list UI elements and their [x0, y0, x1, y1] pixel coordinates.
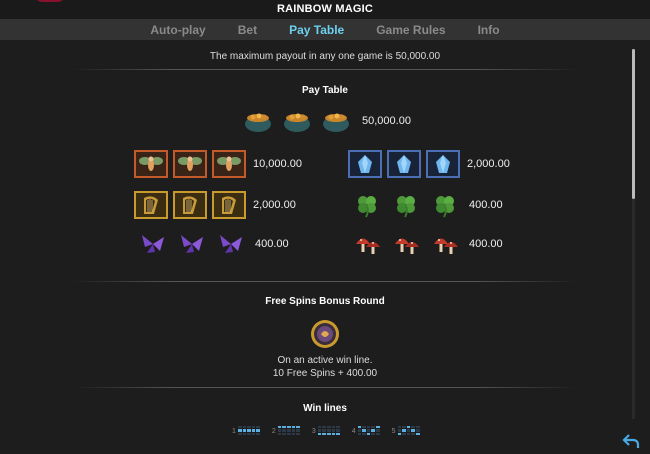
tab-auto-play[interactable]: Auto-play — [150, 23, 205, 37]
payout-value: 400.00 — [255, 238, 289, 250]
blue-crystal-icon — [387, 150, 421, 178]
tab-bet[interactable]: Bet — [238, 23, 257, 37]
app-title: RAINBOW MAGIC — [276, 3, 374, 15]
win-line-number: 2 — [271, 428, 276, 435]
title-bar: RAINBOW MAGIC — [0, 0, 650, 19]
fairy-icon — [212, 150, 246, 178]
butterfly-icon — [175, 230, 209, 258]
harp-icon — [212, 191, 246, 219]
win-line-item: 4 — [352, 426, 380, 435]
win-lines-title: Win lines — [303, 403, 347, 414]
mushroom-icon — [350, 230, 384, 258]
butterfly-icon — [214, 230, 248, 258]
paytable-content: The maximum payout in any one game is 50… — [0, 40, 650, 452]
win-lines-list: 1 2 3 4 5 — [232, 426, 432, 435]
win-line-diagram — [237, 426, 260, 435]
free-spins-line1: On an active win line. — [277, 355, 373, 366]
clover-icon — [350, 191, 384, 219]
clover-icon — [428, 191, 462, 219]
win-line-item: 3 — [312, 426, 340, 435]
win-line-diagram — [357, 426, 380, 435]
bonus-coin-icon — [309, 319, 341, 349]
payout-value: 400.00 — [469, 238, 503, 250]
tab-pay-table[interactable]: Pay Table — [289, 23, 344, 37]
pot-of-gold-icon — [241, 107, 275, 135]
butterfly-icon — [136, 230, 170, 258]
win-line-number: 3 — [311, 428, 316, 435]
win-line-item: 2 — [272, 426, 300, 435]
clover-icon — [389, 191, 423, 219]
win-line-item: 1 — [232, 426, 260, 435]
payout-value: 10,000.00 — [253, 158, 302, 170]
paytable-row-clover: 400.00 — [350, 191, 503, 219]
win-line-diagram — [277, 426, 300, 435]
payout-value: 2,000.00 — [467, 158, 510, 170]
payout-value: 50,000.00 — [362, 115, 411, 127]
divider — [72, 387, 578, 388]
free-spins-line2: 10 Free Spins + 400.00 — [272, 368, 378, 379]
win-line-diagram — [397, 426, 420, 435]
mushroom-icon — [428, 230, 462, 258]
back-arrow-icon[interactable] — [622, 433, 640, 449]
divider — [72, 69, 578, 70]
win-line-number: 5 — [391, 428, 396, 435]
paytable-row-butterfly: 400.00 — [136, 230, 289, 258]
pot-of-gold-icon — [319, 107, 353, 135]
harp-icon — [173, 191, 207, 219]
fairy-icon — [173, 150, 207, 178]
blue-crystal-icon — [348, 150, 382, 178]
win-line-diagram — [317, 426, 340, 435]
tab-info[interactable]: Info — [478, 23, 500, 37]
max-payout-text: The maximum payout in any one game is 50… — [209, 51, 441, 62]
paytable-row-pot: 50,000.00 — [241, 107, 411, 135]
payout-value: 400.00 — [469, 199, 503, 211]
payout-value: 2,000.00 — [253, 199, 296, 211]
blue-crystal-icon — [426, 150, 460, 178]
mushroom-icon — [389, 230, 423, 258]
divider — [72, 281, 578, 282]
paytable-row-crystal: 2,000.00 — [348, 150, 510, 178]
pot-of-gold-icon — [280, 107, 314, 135]
harp-icon — [134, 191, 168, 219]
free-spins-title: Free Spins Bonus Round — [265, 296, 385, 307]
scrollbar[interactable] — [632, 49, 635, 419]
fairy-icon — [134, 150, 168, 178]
tab-game-rules[interactable]: Game Rules — [376, 23, 445, 37]
paytable-title: Pay Table — [302, 85, 348, 96]
win-line-number: 1 — [232, 428, 236, 435]
scrollbar-thumb[interactable] — [632, 49, 635, 199]
win-line-number: 4 — [351, 428, 356, 435]
paytable-row-harp: 2,000.00 — [134, 191, 296, 219]
paytable-row-fairy: 10,000.00 — [134, 150, 302, 178]
tab-bar: Auto-play Bet Pay Table Game Rules Info — [0, 19, 650, 40]
paytable-row-mushroom: 400.00 — [350, 230, 503, 258]
win-line-item: 5 — [392, 426, 420, 435]
